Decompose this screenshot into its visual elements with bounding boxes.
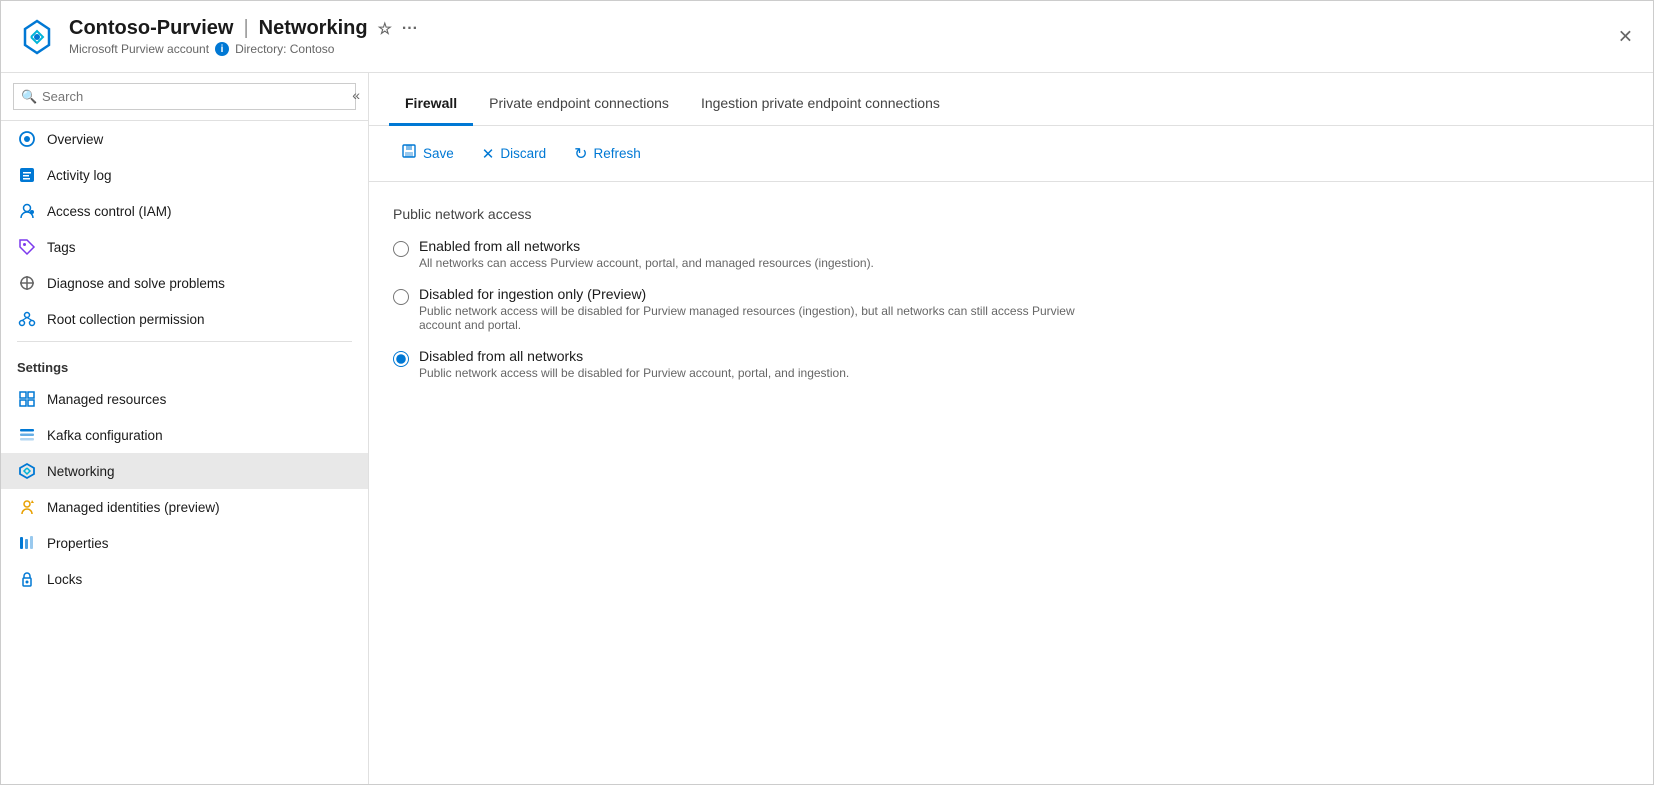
radio-all-disabled[interactable]: [393, 351, 409, 367]
nav-divider: [17, 341, 352, 342]
content-area: Firewall Private endpoint connections In…: [369, 73, 1653, 784]
locks-icon: [17, 569, 37, 589]
radio-ingestion-only[interactable]: [393, 289, 409, 305]
sidebar-item-label: Activity log: [47, 168, 112, 183]
sidebar-item-label: Kafka configuration: [47, 428, 163, 443]
main-layout: 🔍 « Overview Activity log: [1, 73, 1653, 784]
overview-icon: [17, 129, 37, 149]
option-title: Disabled from all networks: [419, 348, 849, 364]
option-ingestion-only: Disabled for ingestion only (Preview) Pu…: [393, 286, 1629, 332]
sidebar-item-label: Access control (IAM): [47, 204, 172, 219]
sidebar-item-locks[interactable]: Locks: [1, 561, 368, 597]
title-divider: |: [243, 17, 248, 40]
search-icon: 🔍: [21, 89, 37, 105]
sidebar-item-root-collection[interactable]: Root collection permission: [1, 301, 368, 337]
tags-icon: [17, 237, 37, 257]
search-box: 🔍 «: [1, 73, 368, 121]
iam-icon: [17, 201, 37, 221]
refresh-label: Refresh: [594, 146, 641, 161]
discard-label: Discard: [500, 146, 546, 161]
tab-firewall[interactable]: Firewall: [389, 83, 473, 126]
sidebar-item-kafka[interactable]: Kafka configuration: [1, 417, 368, 453]
tab-ingestion-endpoint[interactable]: Ingestion private endpoint connections: [685, 83, 956, 126]
section-title: Public network access: [393, 206, 1629, 222]
option-description: Public network access will be disabled f…: [419, 304, 1119, 332]
option-ingestion-label: Disabled for ingestion only (Preview) Pu…: [419, 286, 1119, 332]
sidebar-item-label: Managed identities (preview): [47, 500, 220, 515]
header-subtitle: Microsoft Purview account i Directory: C…: [69, 42, 1637, 56]
sidebar-item-label: Diagnose and solve problems: [47, 276, 225, 291]
managed-resources-icon: [17, 389, 37, 409]
sidebar-nav: Overview Activity log Access control (IA…: [1, 121, 368, 784]
header-title: Contoso-Purview | Networking ☆ ···: [69, 17, 1637, 40]
search-input[interactable]: [13, 83, 356, 110]
sidebar-item-networking[interactable]: Networking: [1, 453, 368, 489]
sidebar-item-properties[interactable]: Properties: [1, 525, 368, 561]
discard-icon: ✕: [482, 145, 495, 163]
save-icon: [401, 143, 417, 164]
sidebar-item-label: Root collection permission: [47, 312, 205, 327]
refresh-button[interactable]: ↻ Refresh: [562, 139, 653, 169]
sidebar-item-diagnose[interactable]: Diagnose and solve problems: [1, 265, 368, 301]
sidebar-item-label: Managed resources: [47, 392, 166, 407]
sidebar-item-managed-identities[interactable]: Managed identities (preview): [1, 489, 368, 525]
option-description: All networks can access Purview account,…: [419, 256, 874, 270]
option-description: Public network access will be disabled f…: [419, 366, 849, 380]
header-title-group: Contoso-Purview | Networking ☆ ··· Micro…: [69, 17, 1637, 56]
sidebar-item-label: Locks: [47, 572, 82, 587]
header: Contoso-Purview | Networking ☆ ··· Micro…: [1, 1, 1653, 73]
sidebar-item-managed-resources[interactable]: Managed resources: [1, 381, 368, 417]
favorite-icon[interactable]: ☆: [378, 19, 392, 39]
resource-name: Contoso-Purview: [69, 17, 233, 40]
refresh-icon: ↻: [574, 144, 587, 164]
search-wrapper: 🔍: [13, 83, 356, 110]
sidebar-item-label: Overview: [47, 132, 103, 147]
option-title: Disabled for ingestion only (Preview): [419, 286, 1119, 302]
sidebar-item-label: Properties: [47, 536, 109, 551]
app-logo: [17, 17, 57, 57]
sidebar-item-label: Tags: [47, 240, 76, 255]
radio-all-networks[interactable]: [393, 241, 409, 257]
managed-identities-icon: [17, 497, 37, 517]
more-options-icon[interactable]: ···: [402, 20, 418, 38]
settings-section-title: Settings: [1, 346, 368, 381]
sidebar-item-access-control[interactable]: Access control (IAM): [1, 193, 368, 229]
resource-type: Microsoft Purview account: [69, 42, 209, 56]
page-name: Networking: [259, 17, 368, 40]
activity-log-icon: [17, 165, 37, 185]
kafka-icon: [17, 425, 37, 445]
collapse-sidebar-button[interactable]: «: [344, 83, 368, 107]
option-all-disabled: Disabled from all networks Public networ…: [393, 348, 1629, 380]
save-button[interactable]: Save: [389, 138, 466, 169]
option-all-networks: Enabled from all networks All networks c…: [393, 238, 1629, 270]
option-disabled-label: Disabled from all networks Public networ…: [419, 348, 849, 380]
tabs-bar: Firewall Private endpoint connections In…: [369, 83, 1653, 126]
networking-icon: [17, 461, 37, 481]
tab-private-endpoint[interactable]: Private endpoint connections: [473, 83, 685, 126]
discard-button[interactable]: ✕ Discard: [470, 140, 558, 168]
diagnose-icon: [17, 273, 37, 293]
sidebar-item-overview[interactable]: Overview: [1, 121, 368, 157]
toolbar: Save ✕ Discard ↻ Refresh: [369, 126, 1653, 182]
option-all-networks-label: Enabled from all networks All networks c…: [419, 238, 874, 270]
save-label: Save: [423, 146, 454, 161]
sidebar-item-label: Networking: [47, 464, 115, 479]
root-collection-icon: [17, 309, 37, 329]
firewall-content: Public network access Enabled from all n…: [369, 182, 1653, 404]
sidebar-item-activity-log[interactable]: Activity log: [1, 157, 368, 193]
network-access-options: Enabled from all networks All networks c…: [393, 238, 1629, 380]
sidebar: 🔍 « Overview Activity log: [1, 73, 369, 784]
close-button[interactable]: ✕: [1614, 22, 1637, 51]
option-title: Enabled from all networks: [419, 238, 874, 254]
directory-label: Directory: Contoso: [235, 42, 334, 56]
sidebar-item-tags[interactable]: Tags: [1, 229, 368, 265]
properties-icon: [17, 533, 37, 553]
info-icon[interactable]: i: [215, 42, 229, 56]
